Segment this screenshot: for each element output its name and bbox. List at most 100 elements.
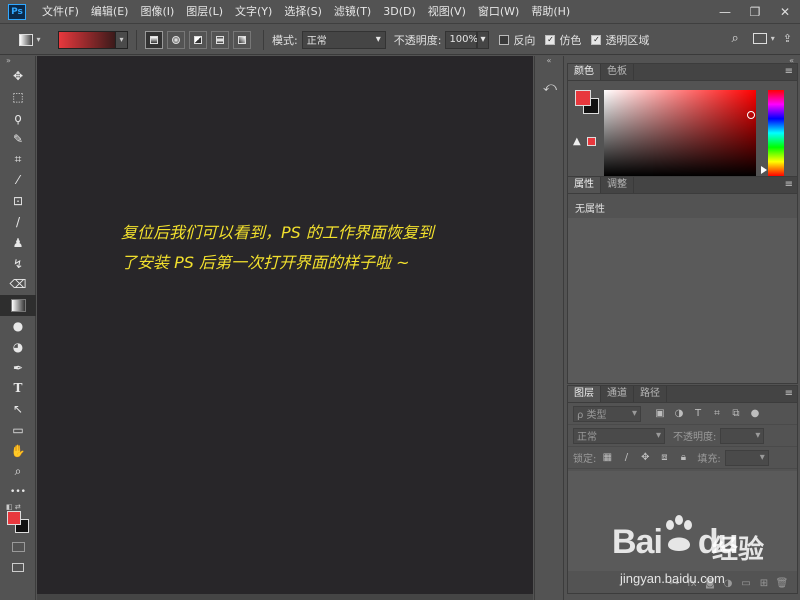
menu-image[interactable]: 图像(I) (134, 0, 180, 24)
type-filter-icon[interactable]: T (690, 406, 706, 422)
dodge-tool-icon[interactable]: ◕ (0, 336, 36, 357)
workspace-icon[interactable] (752, 33, 767, 44)
collapse-grip[interactable]: » (0, 56, 35, 66)
menu-help[interactable]: 帮助(H) (525, 0, 576, 24)
image-filter-icon[interactable]: ▣ (652, 406, 668, 422)
chevron-down-icon[interactable]: ▾ (771, 34, 775, 43)
lock-pixels-icon[interactable]: / (618, 450, 634, 466)
layer-filter-select[interactable]: ρ 类型 ▾ (573, 405, 641, 422)
more-tools-icon[interactable]: ••• (0, 482, 36, 503)
gradient-dropdown[interactable]: ▾ (116, 30, 128, 49)
diamond-gradient-button[interactable] (233, 30, 251, 49)
foreground-color-swatch[interactable] (575, 90, 591, 106)
annotation-line-1: 复位后我们可以看到，PS 的工作界面恢复到 (121, 223, 434, 242)
menu-layer[interactable]: 图层(L) (180, 0, 229, 24)
tab-properties[interactable]: 属性 (568, 177, 601, 193)
collapse-grip[interactable]: « (535, 56, 563, 66)
linear-gradient-button[interactable] (145, 30, 163, 49)
swap-colors-icon[interactable]: ◧ ⇄ (6, 503, 21, 511)
tool-preset-picker[interactable]: ▾ (10, 29, 50, 51)
close-button[interactable]: ✕ (770, 0, 800, 24)
dither-checkbox[interactable]: ✓ 仿色 (545, 32, 581, 48)
color-picker-ring[interactable] (747, 111, 755, 119)
layer-opacity-input[interactable]: ▾ (720, 427, 765, 444)
healing-tool-icon[interactable]: ⊡ (0, 191, 36, 212)
panel-menu-icon[interactable]: ≡ (785, 66, 793, 77)
lock-transparent-icon[interactable]: ▦ (599, 450, 615, 466)
menu-type[interactable]: 文字(Y) (229, 0, 278, 24)
baidu-watermark: Bai du 经验 jingyan.baidu.com (612, 515, 798, 599)
hand-tool-icon[interactable]: ✋ (0, 440, 36, 461)
path-select-tool-icon[interactable]: ↖ (0, 399, 36, 420)
blur-tool-icon[interactable]: ● (0, 316, 36, 337)
horizontal-scrollbar[interactable] (37, 594, 533, 600)
stamp-tool-icon[interactable]: ♟ (0, 232, 36, 253)
mode-select[interactable]: 正常 ▾ (301, 30, 386, 49)
hue-slider[interactable] (768, 90, 784, 176)
reflected-gradient-button[interactable] (211, 30, 229, 49)
lock-all-icon[interactable]: 🔒︎ (675, 450, 691, 466)
panel-menu-icon[interactable]: ≡ (785, 179, 793, 190)
tab-swatches[interactable]: 色板 (601, 64, 634, 80)
radial-gradient-button[interactable] (167, 30, 185, 49)
gamut-swatch[interactable] (587, 137, 596, 146)
eraser-tool-icon[interactable]: ⌫ (0, 274, 36, 295)
share-icon[interactable]: ⇪ (783, 32, 792, 45)
minimize-button[interactable]: — (710, 0, 740, 24)
blend-mode-select[interactable]: 正常 ▾ (573, 427, 665, 444)
restore-button[interactable]: ❐ (740, 0, 770, 24)
adjustment-filter-icon[interactable]: ◑ (671, 406, 687, 422)
opacity-dropdown[interactable]: ▾ (477, 30, 490, 49)
type-tool-icon[interactable]: T (0, 378, 36, 399)
angle-gradient-button[interactable] (189, 30, 207, 49)
pen-tool-icon[interactable]: ✒ (0, 357, 36, 378)
smart-object-filter-icon[interactable]: ⧉ (728, 406, 744, 422)
menu-window[interactable]: 窗口(W) (472, 0, 525, 24)
layer-blend-row: 正常 ▾ 不透明度: ▾ (568, 425, 797, 447)
filter-toggle-icon[interactable]: ● (747, 406, 763, 422)
gamut-warning-icon[interactable]: ▲ (573, 136, 581, 147)
zoom-tool-icon[interactable]: ⌕ (0, 461, 36, 482)
tab-adjustments[interactable]: 调整 (601, 177, 634, 193)
quick-select-tool-icon[interactable]: ✎ (0, 128, 36, 149)
quick-mask-icon[interactable] (0, 537, 36, 558)
lock-position-icon[interactable]: ✥ (637, 450, 653, 466)
search-icon[interactable]: ⌕ (731, 31, 738, 46)
panel-menu-icon[interactable]: ≡ (785, 388, 793, 399)
lasso-tool-icon[interactable]: ϙ (0, 108, 36, 129)
menu-view[interactable]: 视图(V) (422, 0, 472, 24)
lock-artboard-icon[interactable]: ⧈ (656, 450, 672, 466)
tab-paths[interactable]: 路径 (634, 386, 667, 402)
color-field[interactable] (604, 90, 756, 176)
menu-file[interactable]: 文件(F) (36, 0, 85, 24)
reverse-checkbox[interactable]: 反向 (499, 32, 535, 48)
gradient-tool-icon[interactable] (0, 294, 36, 316)
rectangle-tool-icon[interactable]: ▭ (0, 420, 36, 441)
menu-3d[interactable]: 3D(D) (377, 0, 422, 24)
divider (136, 29, 137, 50)
marquee-tool-icon[interactable]: ⬚ (0, 87, 36, 108)
move-tool-icon[interactable]: ✥ (0, 66, 36, 87)
history-panel-icon[interactable]: ⤺ (535, 72, 565, 102)
transparency-checkbox[interactable]: ✓ 透明区域 (591, 32, 649, 48)
opacity-input[interactable]: 100% (445, 30, 478, 49)
gradient-editor-swatch[interactable] (58, 30, 116, 49)
menu-filter[interactable]: 滤镜(T) (328, 0, 377, 24)
tab-channels[interactable]: 通道 (601, 386, 634, 402)
history-brush-tool-icon[interactable]: ↯ (0, 253, 36, 274)
canvas-area[interactable]: 复位后我们可以看到，PS 的工作界面恢复到 了安装 PS 后第一次打开界面的样子… (37, 56, 533, 594)
menu-edit[interactable]: 编辑(E) (85, 0, 135, 24)
brush-tool-icon[interactable]: / (0, 212, 36, 233)
layer-fill-input[interactable]: ▾ (724, 449, 769, 466)
menu-select[interactable]: 选择(S) (278, 0, 328, 24)
eyedropper-tool-icon[interactable]: ⁄ (0, 170, 36, 191)
color-panel: 颜色 色板 ≡ ▲ (567, 63, 798, 182)
crop-tool-icon[interactable]: ⌗ (0, 149, 36, 170)
color-swatches[interactable]: ◧ ⇄ (0, 503, 36, 537)
tab-color[interactable]: 颜色 (568, 64, 601, 80)
foreground-color-swatch[interactable] (7, 510, 21, 525)
shape-filter-icon[interactable]: ⌗ (709, 406, 725, 422)
screen-mode-icon[interactable] (0, 558, 36, 579)
tab-layers[interactable]: 图层 (568, 386, 601, 402)
hue-slider-marker[interactable] (761, 166, 767, 174)
